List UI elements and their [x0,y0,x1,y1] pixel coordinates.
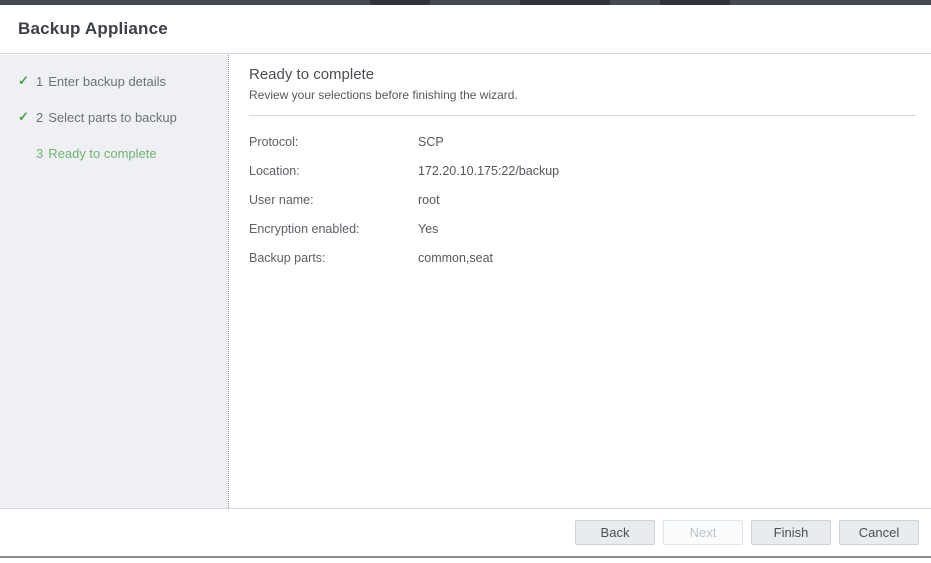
summary-row-protocol: Protocol: SCP [249,127,916,156]
wizard-titlebar: Backup Appliance [0,5,931,54]
field-value: SCP [418,135,444,149]
step-label: Enter backup details [48,74,166,89]
step-label: Select parts to backup [48,110,177,125]
page-subtitle: Review your selections before finishing … [249,88,916,102]
header-divider [249,115,916,116]
step-number: 1 [36,74,43,89]
field-value: common,seat [418,251,493,265]
summary-pane: Ready to complete Review your selections… [230,55,931,508]
field-value: 172.20.10.175:22/backup [418,164,559,178]
field-label: Encryption enabled: [249,222,418,236]
field-label: Backup parts: [249,251,418,265]
step-label: Ready to complete [48,146,156,161]
page-title: Ready to complete [249,66,916,83]
wizard-steps-sidebar: ✓ 1 Enter backup details ✓ 2 Select part… [0,55,229,508]
step-number: 3 [36,146,43,161]
field-value: Yes [418,222,438,236]
summary-fields: Protocol: SCP Location: 172.20.10.175:22… [249,127,916,272]
step-number: 2 [36,110,43,125]
step-select-parts-to-backup[interactable]: ✓ 2 Select parts to backup [0,99,228,135]
check-icon: ✓ [18,73,36,89]
window-bottom-edge [0,556,931,558]
next-button[interactable]: Next [663,520,743,545]
wizard-body: ✓ 1 Enter backup details ✓ 2 Select part… [0,55,931,508]
summary-row-user-name: User name: root [249,185,916,214]
field-label: Protocol: [249,135,418,149]
finish-button[interactable]: Finish [751,520,831,545]
field-label: Location: [249,164,418,178]
summary-row-encryption-enabled: Encryption enabled: Yes [249,214,916,243]
step-enter-backup-details[interactable]: ✓ 1 Enter backup details [0,63,228,99]
field-label: User name: [249,193,418,207]
step-ready-to-complete[interactable]: 3 Ready to complete [0,135,228,171]
wizard-footer: Back Next Finish Cancel [0,508,931,556]
backup-appliance-wizard-window: Backup Appliance ✓ 1 Enter backup detail… [0,0,931,563]
back-button[interactable]: Back [575,520,655,545]
cancel-button[interactable]: Cancel [839,520,919,545]
summary-row-backup-parts: Backup parts: common,seat [249,243,916,272]
summary-row-location: Location: 172.20.10.175:22/backup [249,156,916,185]
field-value: root [418,193,440,207]
wizard-title: Backup Appliance [18,19,168,39]
check-icon: ✓ [18,109,36,125]
